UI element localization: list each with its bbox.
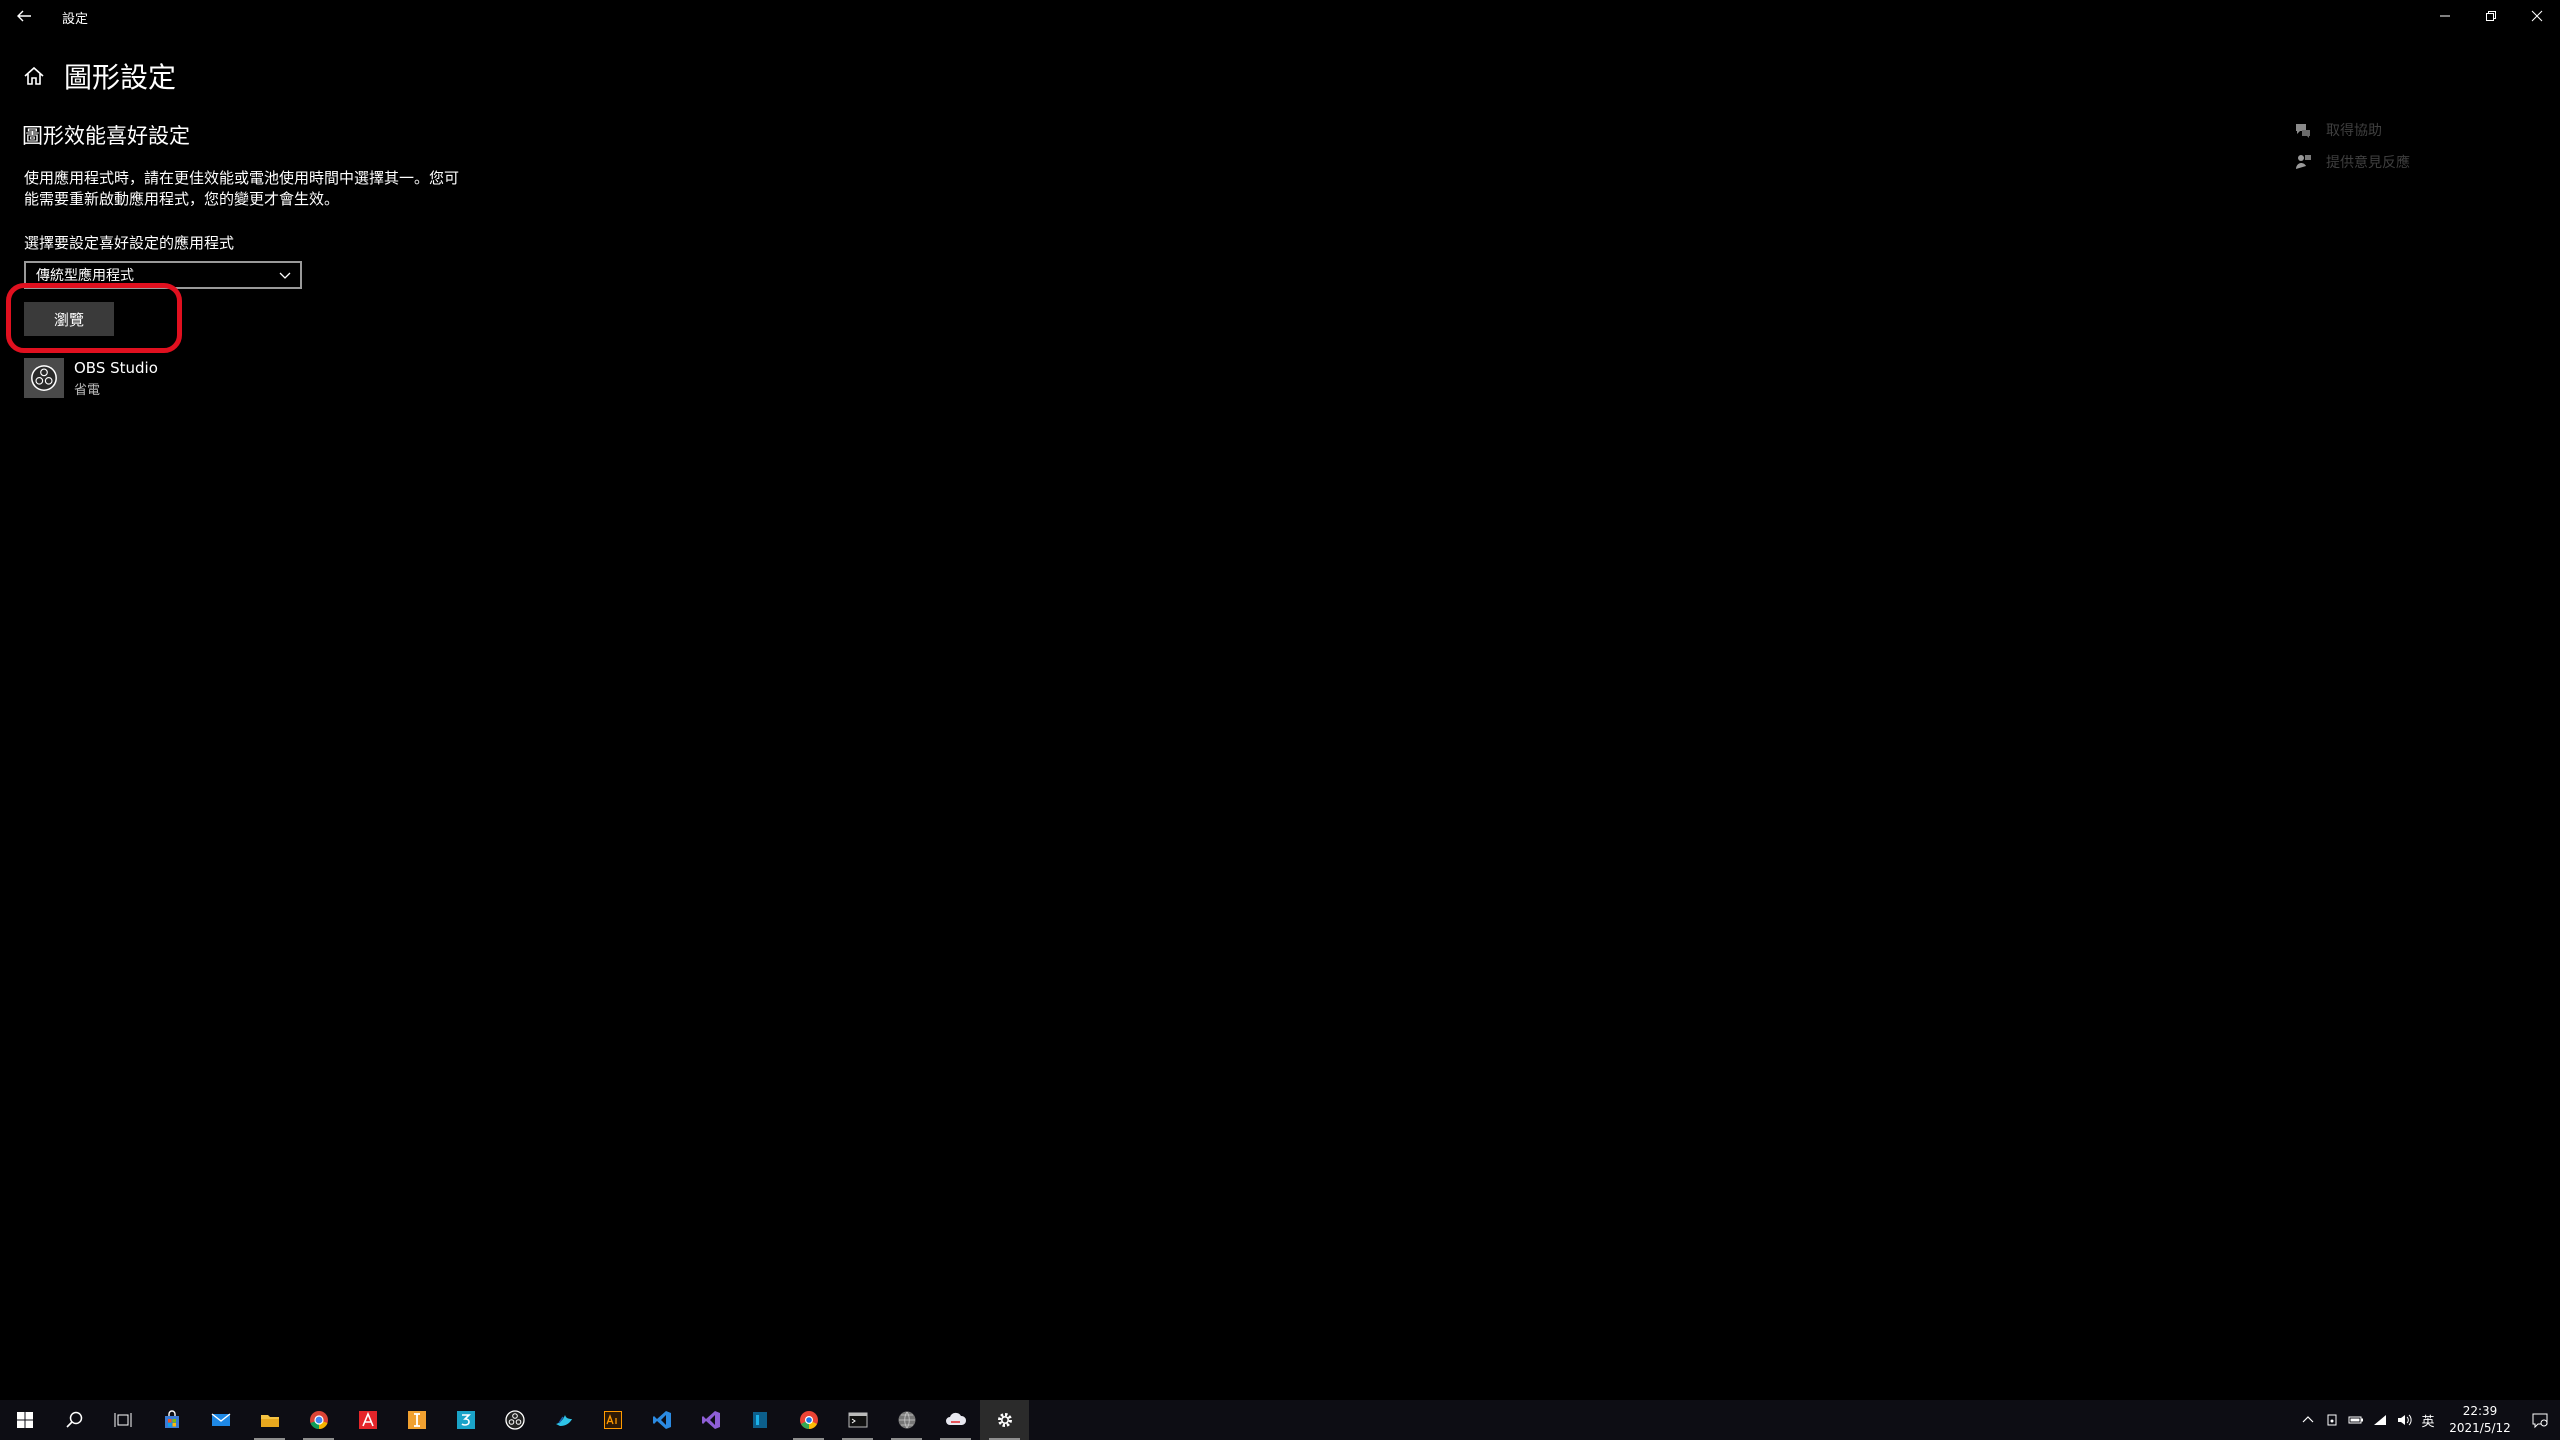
taskbar-app-cloud[interactable] xyxy=(931,1400,980,1440)
taskbar-file-explorer[interactable] xyxy=(245,1400,294,1440)
feedback-link[interactable]: 提供意見反應 xyxy=(2294,146,2410,178)
tray-battery-button[interactable] xyxy=(2344,1400,2368,1440)
close-icon xyxy=(2531,10,2543,22)
start-button[interactable] xyxy=(0,1400,49,1440)
page-header: 圖形設定 xyxy=(22,56,176,96)
help-chat-icon xyxy=(2296,124,2310,138)
taskbar-browser[interactable] xyxy=(784,1400,833,1440)
visual-studio-icon xyxy=(701,1411,720,1429)
back-button[interactable] xyxy=(14,6,34,26)
taskbar-app-3[interactable] xyxy=(441,1400,490,1440)
minimize-button[interactable] xyxy=(2422,0,2468,32)
restore-icon xyxy=(2486,11,2496,21)
description-line: 使用應用程式時，請在更佳效能或電池使用時間中選擇其一。您可 xyxy=(24,169,460,187)
windows-start-icon xyxy=(16,1412,33,1428)
chrome-icon xyxy=(309,1411,328,1429)
side-links: 取得協助 提供意見反應 xyxy=(2294,114,2410,178)
settings-icon xyxy=(997,1413,1012,1427)
list-item[interactable]: OBS Studio 省電 xyxy=(24,358,158,398)
get-help-link[interactable]: 取得協助 xyxy=(2294,114,2410,146)
app-3-icon xyxy=(456,1411,475,1429)
taskbar-intellij[interactable] xyxy=(735,1400,784,1440)
tray-network-button[interactable] xyxy=(2368,1400,2392,1440)
get-help-label: 取得協助 xyxy=(2326,123,2382,139)
app-power-mode: 省電 xyxy=(74,382,101,398)
taskbar-visual-studio[interactable] xyxy=(686,1400,735,1440)
tray-volume-button[interactable] xyxy=(2392,1400,2416,1440)
taskbar-chrome[interactable] xyxy=(294,1400,343,1440)
input-method-indicator[interactable]: 英 xyxy=(2416,1400,2440,1440)
window-title: 設定 xyxy=(62,12,89,27)
browser-icon xyxy=(799,1411,818,1429)
clock-date: 2021/5/12 xyxy=(2449,1421,2511,1435)
taskbar-app-i[interactable] xyxy=(392,1400,441,1440)
taskbar-settings[interactable] xyxy=(980,1400,1029,1440)
browse-button[interactable]: 瀏覽 xyxy=(24,302,114,336)
page-title: 圖形設定 xyxy=(64,61,177,94)
close-button[interactable] xyxy=(2514,0,2560,32)
system-tray: 英 22:39 2021/5/12 xyxy=(2296,1400,2560,1440)
volume-icon xyxy=(2398,1414,2412,1426)
notification-icon xyxy=(2532,1413,2548,1429)
obs-icon xyxy=(504,1410,525,1430)
section-description: 使用應用程式時，請在更佳效能或電池使用時間中選擇其一。您可 能需要重新啟動應用程… xyxy=(24,168,494,210)
device-icon xyxy=(2327,1414,2337,1426)
taskbar-mail[interactable] xyxy=(196,1400,245,1440)
mail-icon xyxy=(211,1413,230,1426)
taskbar-illustrator[interactable] xyxy=(588,1400,637,1440)
search-icon xyxy=(65,1411,82,1428)
vscode-icon xyxy=(652,1411,671,1429)
feedback-label: 提供意見反應 xyxy=(2326,155,2410,171)
window-controls xyxy=(2422,0,2560,32)
feedback-icon xyxy=(2296,155,2311,169)
taskbar-store[interactable] xyxy=(147,1400,196,1440)
task-view-button[interactable] xyxy=(98,1400,147,1440)
chevron-up-icon xyxy=(2302,1416,2314,1423)
section-title: 圖形效能喜好設定 xyxy=(22,124,190,148)
taskbar-terminal[interactable] xyxy=(833,1400,882,1440)
tray-device-button[interactable] xyxy=(2320,1400,2344,1440)
acrobat-icon xyxy=(358,1411,377,1429)
store-icon xyxy=(164,1410,179,1428)
battery-icon xyxy=(2348,1416,2363,1424)
taskbar-vscode[interactable] xyxy=(637,1400,686,1440)
taskbar-obs[interactable] xyxy=(490,1400,539,1440)
chevron-down-icon xyxy=(279,272,291,279)
illustrator-i-icon xyxy=(407,1411,426,1429)
clock-time: 22:39 xyxy=(2462,1404,2498,1418)
taskbar: 英 22:39 2021/5/12 xyxy=(0,1400,2560,1440)
minimize-icon xyxy=(2440,15,2450,17)
action-center-button[interactable] xyxy=(2520,1400,2560,1440)
description-line: 能需要重新啟動應用程式，您的變更才會生效。 xyxy=(24,190,340,208)
search-button[interactable] xyxy=(49,1400,98,1440)
taskbar-apps xyxy=(0,1400,1029,1440)
taskbar-clock[interactable]: 22:39 2021/5/12 xyxy=(2440,1403,2520,1437)
intellij-icon xyxy=(752,1412,767,1428)
task-view-icon xyxy=(114,1413,131,1427)
app-globe-icon xyxy=(898,1411,915,1429)
obs-icon xyxy=(24,358,64,398)
terminal-icon xyxy=(848,1412,867,1428)
taskbar-acrobat[interactable] xyxy=(343,1400,392,1440)
file-explorer-icon xyxy=(260,1415,279,1427)
app-bird-icon xyxy=(555,1415,572,1426)
wifi-icon xyxy=(2374,1415,2386,1425)
app-text: OBS Studio 省電 xyxy=(74,359,158,398)
illustrator-icon xyxy=(603,1411,622,1429)
app-name: OBS Studio xyxy=(74,358,158,377)
app-cloud-icon xyxy=(945,1412,966,1425)
title-bar: 設定 xyxy=(0,0,2560,32)
dropdown-value: 傳統型應用程式 xyxy=(36,268,134,284)
show-hidden-icons-button[interactable] xyxy=(2296,1400,2320,1440)
restore-button[interactable] xyxy=(2468,0,2514,32)
taskbar-app-globe[interactable] xyxy=(882,1400,931,1440)
home-icon[interactable] xyxy=(22,64,46,88)
back-arrow-icon xyxy=(17,10,31,22)
taskbar-app-bird[interactable] xyxy=(539,1400,588,1440)
select-app-label: 選擇要設定喜好設定的應用程式 xyxy=(24,234,235,252)
